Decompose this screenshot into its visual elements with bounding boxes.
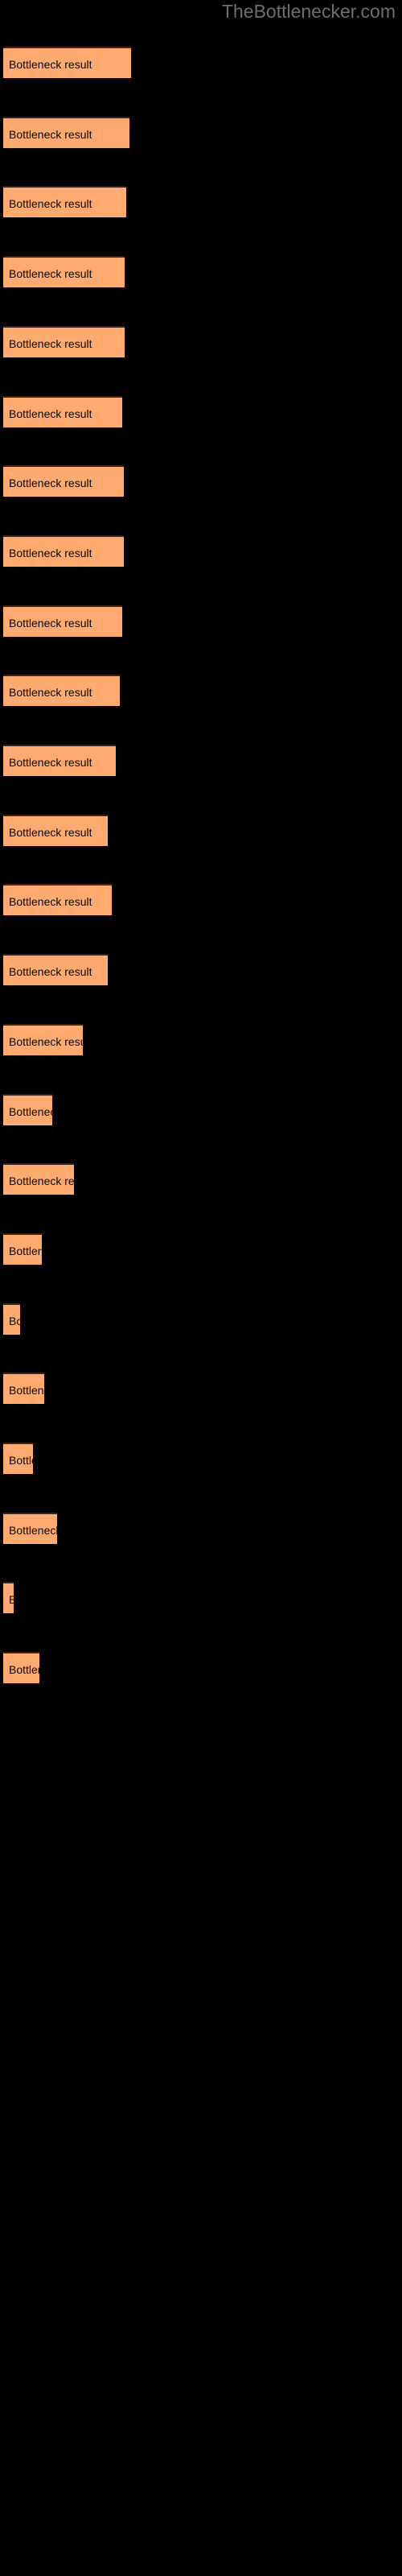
bar-11[interactable]: Bottleneck result xyxy=(3,745,116,776)
bar-clip: Bottleneck result xyxy=(3,1232,42,1265)
bar-row: Bottleneck result xyxy=(0,814,402,846)
bar-label: Bottleneck result xyxy=(9,1034,83,1048)
bar-clip: Bottleneck result xyxy=(3,1023,83,1055)
bar-row: Bottleneck result xyxy=(0,535,402,567)
bar-label: Bottleneck result xyxy=(9,127,92,141)
bar-8[interactable]: Bottleneck result xyxy=(3,535,124,567)
bar-clip: Bottleneck result xyxy=(3,1582,14,1614)
bar-clip: Bottleneck result xyxy=(3,745,116,776)
bar-clip: Bottleneck result xyxy=(3,256,125,288)
bar-label: Bottleneck result xyxy=(9,267,92,281)
bar-10[interactable]: Bottleneck result xyxy=(3,675,120,707)
bar-6[interactable]: Bottleneck result xyxy=(3,395,122,427)
bar-label: Bottleneck result xyxy=(9,477,92,490)
bar-row: Bottleneck result xyxy=(0,1582,402,1614)
bar-row: Bottleneck result xyxy=(0,465,402,497)
bar-clip: Bottleneck result xyxy=(3,1443,33,1474)
bar-row: Bottleneck result xyxy=(0,675,402,707)
bar-15[interactable]: Bottleneck result xyxy=(3,1023,83,1055)
bar-14[interactable]: Bottleneck result xyxy=(3,954,108,986)
bar-clip: Bottleneck result xyxy=(3,884,112,916)
bar-row: Bottleneck result xyxy=(0,954,402,986)
bar-label: Bottleneck result xyxy=(9,1593,14,1607)
bar-22[interactable]: Bottleneck result xyxy=(3,1512,57,1544)
bar-label: Bottleneck result xyxy=(9,58,92,71)
bar-clip: Bottleneck result xyxy=(3,1373,44,1405)
bar-clip: Bottleneck result xyxy=(3,1512,57,1544)
bar-clip: Bottleneck result xyxy=(3,954,108,986)
bar-17[interactable]: Bottleneck result xyxy=(3,1163,74,1195)
bar-row: Bottleneck result xyxy=(0,1093,402,1125)
bar-1[interactable]: Bottleneck result xyxy=(3,47,131,78)
bar-label: Bottleneck result xyxy=(9,1244,42,1257)
bar-label: Bottleneck result xyxy=(9,965,92,979)
bar-row: Bottleneck result xyxy=(0,1512,402,1544)
bar-clip: Bottleneck result xyxy=(3,675,120,707)
bar-label: Bottleneck result xyxy=(9,686,92,700)
bar-label: Bottleneck result xyxy=(9,616,92,630)
bar-label: Bottleneck result xyxy=(9,1174,74,1188)
bar-row: Bottleneck result xyxy=(0,1443,402,1474)
bar-label: Bottleneck result xyxy=(9,895,92,909)
bar-row: Bottleneck result xyxy=(0,1652,402,1684)
bar-clip: Bottleneck result xyxy=(3,1093,52,1125)
bar-2[interactable]: Bottleneck result xyxy=(3,116,129,148)
bar-label: Bottleneck result xyxy=(9,1523,57,1537)
bar-label: Bottleneck result xyxy=(9,1454,33,1467)
bar-label: Bottleneck result xyxy=(9,197,92,211)
bar-18[interactable]: Bottleneck result xyxy=(3,1232,42,1265)
bar-clip: Bottleneck result xyxy=(3,395,122,427)
bar-24[interactable]: Bottleneck result xyxy=(3,1652,39,1684)
bar-row: Bottleneck result xyxy=(0,186,402,218)
bar-label: Bottleneck result xyxy=(9,336,92,350)
bar-label: Bottleneck result xyxy=(9,1314,20,1327)
bar-16[interactable]: Bottleneck result xyxy=(3,1093,52,1125)
bar-13[interactable]: Bottleneck result xyxy=(3,884,112,916)
bar-row: Bottleneck result xyxy=(0,256,402,288)
bar-row: Bottleneck result xyxy=(0,745,402,776)
bar-clip: Bottleneck result xyxy=(3,1302,20,1335)
bar-clip: Bottleneck result xyxy=(3,814,108,846)
bar-label: Bottleneck result xyxy=(9,546,92,559)
bar-label: Bottleneck result xyxy=(9,756,92,769)
bottleneck-bar-chart: TheBottlenecker.com Bottleneck result Bot… xyxy=(0,0,402,2576)
bar-9[interactable]: Bottleneck result xyxy=(3,605,122,637)
bar-row: Bottleneck result xyxy=(0,325,402,357)
bar-row: Bottleneck result xyxy=(0,884,402,916)
bar-clip: Bottleneck result xyxy=(3,535,124,567)
bar-clip: Bottleneck result xyxy=(3,325,125,357)
bar-label: Bottleneck result xyxy=(9,1104,52,1118)
bar-row: Bottleneck result xyxy=(0,1163,402,1195)
bar-row: Bottleneck result xyxy=(0,1302,402,1335)
bar-clip: Bottleneck result xyxy=(3,116,129,148)
bar-21[interactable]: Bottleneck result xyxy=(3,1443,33,1474)
bar-label: Bottleneck result xyxy=(9,1384,44,1397)
bar-row: Bottleneck result xyxy=(0,395,402,427)
bar-19[interactable]: Bottleneck result xyxy=(3,1302,20,1335)
bar-row: Bottleneck result xyxy=(0,1023,402,1055)
bar-20[interactable]: Bottleneck result xyxy=(3,1373,44,1405)
bar-clip: Bottleneck result xyxy=(3,47,131,78)
bar-clip: Bottleneck result xyxy=(3,605,122,637)
bar-row: Bottleneck result xyxy=(0,116,402,148)
bar-3[interactable]: Bottleneck result xyxy=(3,186,126,218)
bar-clip: Bottleneck result xyxy=(3,186,126,218)
bar-23[interactable]: Bottleneck result xyxy=(3,1582,14,1614)
bar-4[interactable]: Bottleneck result xyxy=(3,256,125,288)
bar-row: Bottleneck result xyxy=(0,47,402,78)
bar-row: Bottleneck result xyxy=(0,1373,402,1405)
bar-row: Bottleneck result xyxy=(0,1232,402,1265)
bar-7[interactable]: Bottleneck result xyxy=(3,465,124,497)
bar-5[interactable]: Bottleneck result xyxy=(3,325,125,357)
bar-12[interactable]: Bottleneck result xyxy=(3,814,108,846)
bar-clip: Bottleneck result xyxy=(3,1652,39,1684)
bar-label: Bottleneck result xyxy=(9,407,92,420)
bar-clip: Bottleneck result xyxy=(3,1163,74,1195)
bar-clip: Bottleneck result xyxy=(3,465,124,497)
bar-label: Bottleneck result xyxy=(9,825,92,839)
bar-series-container: Bottleneck result Bottleneck result Bottle… xyxy=(0,0,402,2576)
bar-row: Bottleneck result xyxy=(0,605,402,637)
bar-label: Bottleneck result xyxy=(9,1663,39,1677)
